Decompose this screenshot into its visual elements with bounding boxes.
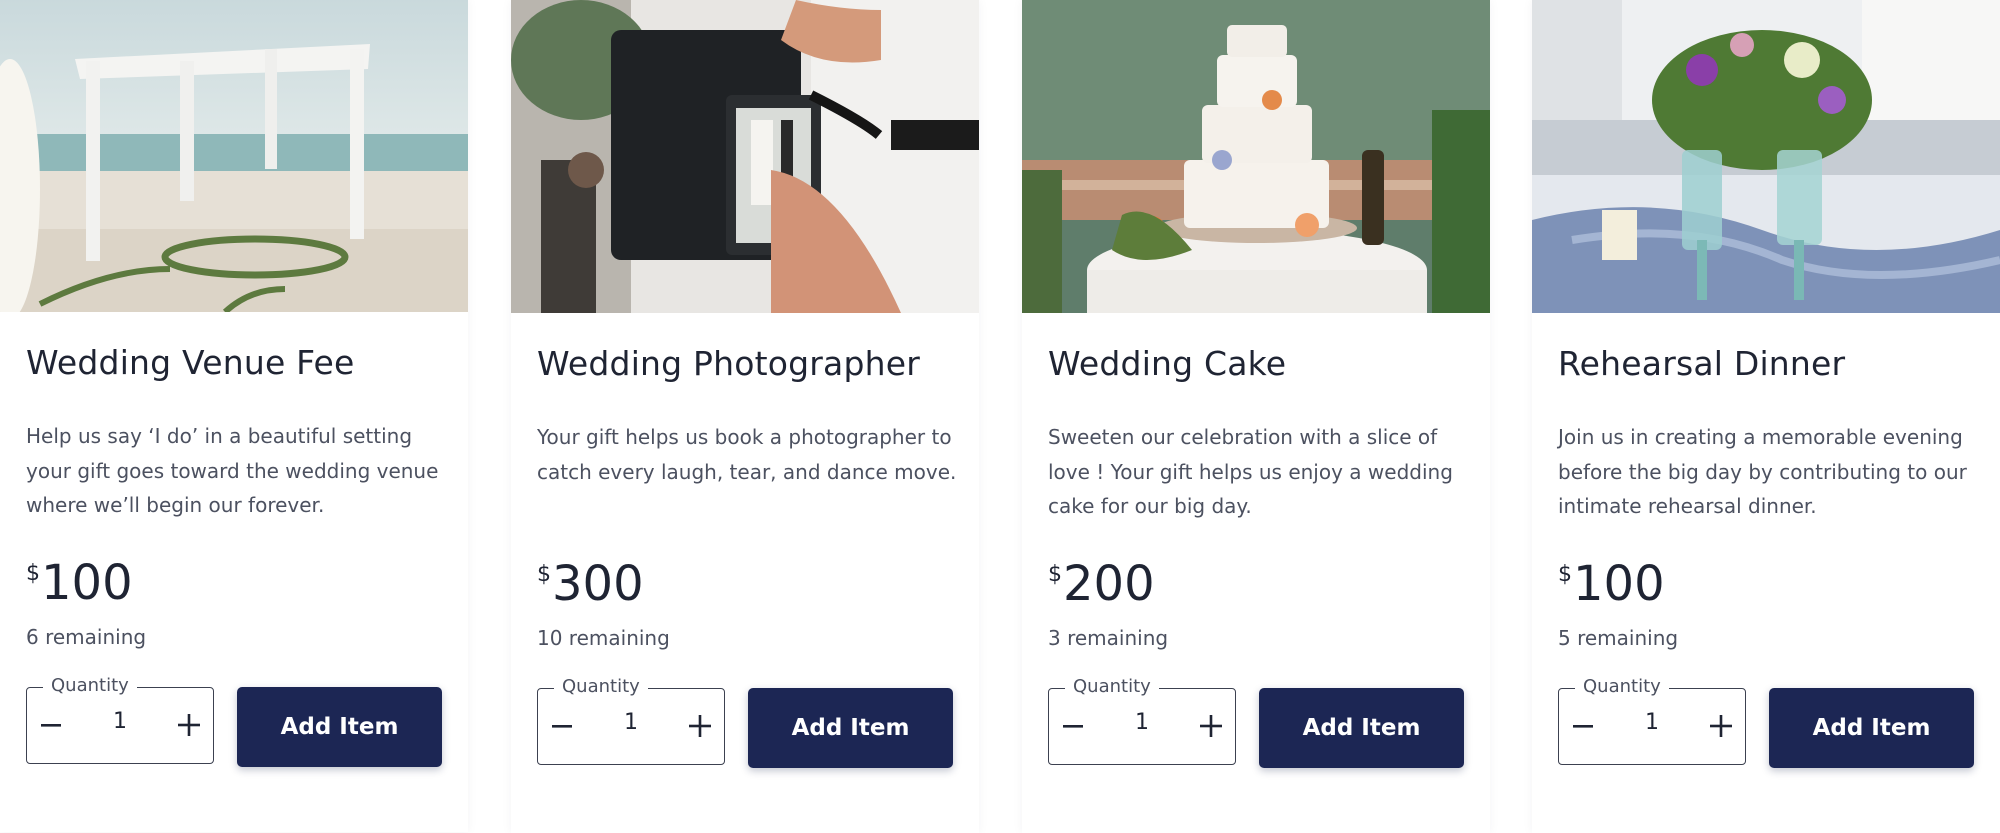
- beach-wedding-arch-photo: [0, 0, 468, 312]
- add-item-button[interactable]: Add Item: [748, 688, 953, 768]
- remaining-count: 10 remaining: [537, 626, 670, 650]
- minus-icon[interactable]: [31, 705, 71, 745]
- currency-symbol: $: [1048, 562, 1062, 587]
- remaining-count: 5 remaining: [1558, 626, 1679, 650]
- quantity-stepper: Quantity 1: [26, 674, 214, 764]
- gift-card-wedding-photographer: Wedding Photographer Your gift helps us …: [511, 0, 979, 833]
- price-amount: 100: [41, 555, 133, 611]
- quantity-label: Quantity: [554, 675, 648, 699]
- plus-icon[interactable]: [680, 706, 720, 746]
- minus-icon[interactable]: [1563, 706, 1603, 746]
- gift-title: Wedding Cake: [1048, 344, 1287, 383]
- price-amount: 100: [1573, 556, 1665, 612]
- gift-card-wedding-venue-fee: Wedding Venue Fee Help us say ‘I do’ in …: [0, 0, 468, 832]
- minus-icon[interactable]: [1053, 706, 1093, 746]
- gift-registry-grid: Wedding Venue Fee Help us say ‘I do’ in …: [0, 0, 2000, 833]
- gift-title: Wedding Photographer: [537, 344, 921, 383]
- gift-card-rehearsal-dinner: Rehearsal Dinner Join us in creating a m…: [1532, 0, 2000, 833]
- gift-description: Help us say ‘I do’ in a beautiful settin…: [26, 424, 439, 517]
- quantity-label: Quantity: [1575, 675, 1669, 699]
- gift-description: Join us in creating a memorable evening …: [1558, 425, 1967, 518]
- price-amount: 200: [1063, 556, 1155, 612]
- currency-symbol: $: [537, 562, 551, 587]
- quantity-label: Quantity: [43, 674, 137, 698]
- plus-icon[interactable]: [169, 705, 209, 745]
- quantity-stepper: Quantity 1: [1558, 675, 1746, 765]
- quantity-value[interactable]: 1: [592, 710, 670, 735]
- camera-photographer-photo: [511, 0, 979, 313]
- gift-description: Your gift helps us book a photographer t…: [537, 425, 957, 484]
- quantity-label: Quantity: [1065, 675, 1159, 699]
- quantity-value[interactable]: 1: [1613, 710, 1691, 735]
- remaining-count: 3 remaining: [1048, 626, 1169, 650]
- add-item-button[interactable]: Add Item: [1259, 688, 1464, 768]
- quantity-stepper: Quantity 1: [537, 675, 725, 765]
- price-amount: 300: [552, 556, 644, 612]
- quantity-value[interactable]: 1: [1103, 710, 1181, 735]
- quantity-stepper: Quantity 1: [1048, 675, 1236, 765]
- wedding-cake-photo: [1022, 0, 1490, 313]
- gift-title: Wedding Venue Fee: [26, 343, 355, 382]
- currency-symbol: $: [26, 561, 40, 586]
- quantity-value[interactable]: 1: [81, 709, 159, 734]
- gift-title: Rehearsal Dinner: [1558, 344, 1846, 383]
- add-item-button[interactable]: Add Item: [237, 687, 442, 767]
- add-item-button[interactable]: Add Item: [1769, 688, 1974, 768]
- currency-symbol: $: [1558, 562, 1572, 587]
- minus-icon[interactable]: [542, 706, 582, 746]
- rehearsal-table-photo: [1532, 0, 2000, 313]
- plus-icon[interactable]: [1701, 706, 1741, 746]
- remaining-count: 6 remaining: [26, 625, 147, 649]
- plus-icon[interactable]: [1191, 706, 1231, 746]
- gift-description: Sweeten our celebration with a slice of …: [1048, 425, 1453, 518]
- gift-card-wedding-cake: Wedding Cake Sweeten our celebration wit…: [1022, 0, 1490, 833]
